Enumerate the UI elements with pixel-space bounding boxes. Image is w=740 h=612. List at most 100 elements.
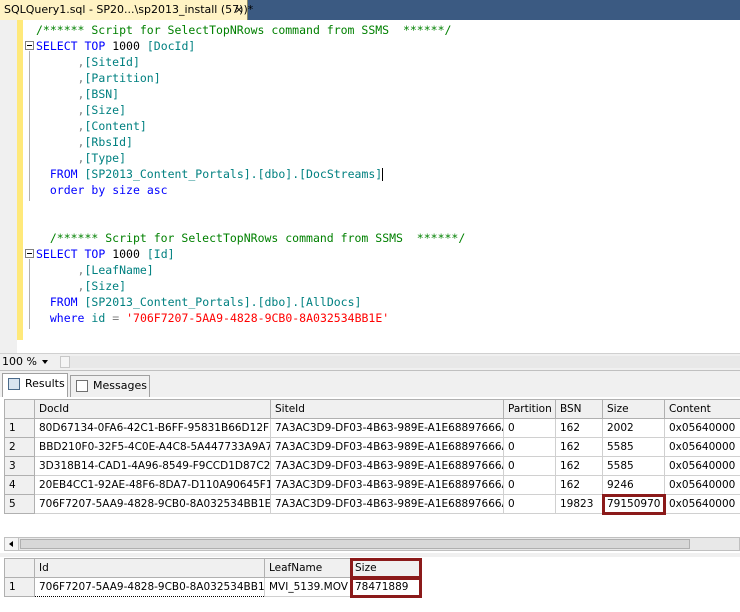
fold-line xyxy=(29,259,30,329)
change-tracking-bar xyxy=(17,20,23,340)
grid-cell[interactable]: MVI_5139.MOV xyxy=(264,577,351,597)
row-number[interactable]: 3 xyxy=(4,456,35,476)
grid-cell[interactable]: 80D67134-0FA6-42C1-B6FF-95831B66D12F xyxy=(34,418,271,438)
grid-cell[interactable]: 0 xyxy=(503,494,556,514)
tab-messages[interactable]: Messages xyxy=(70,375,150,397)
table-row[interactable]: 4 20EB4CC1-92AE-48F6-8DA7-D110A90645F1 7… xyxy=(4,475,740,495)
code-line: /****** Script for SelectTopNRows comman… xyxy=(36,23,452,37)
grid-cell[interactable]: BBD210F0-32F5-4C0E-A4C8-5A447733A9A7 xyxy=(34,437,271,457)
code-line: FROM [SP2013_Content_Portals].[dbo].[All… xyxy=(49,295,362,309)
tab-messages-label: Messages xyxy=(93,379,147,392)
column-header[interactable]: Size xyxy=(602,399,665,419)
code-line: ,[Type] xyxy=(77,151,127,165)
grid-cell[interactable]: 2002 xyxy=(602,418,665,438)
grid-cell[interactable]: 20EB4CC1-92AE-48F6-8DA7-D110A90645F1 xyxy=(34,475,271,495)
grid-cell[interactable]: 0 xyxy=(503,418,556,438)
grid-horizontal-scrollbar[interactable] xyxy=(4,537,740,551)
scroll-left-button[interactable] xyxy=(60,356,70,368)
grid-cell[interactable]: 0x05640000 xyxy=(664,418,740,438)
grid-header-row: Id LeafName Size xyxy=(4,557,422,579)
code-line: ,[RbsId] xyxy=(77,135,133,149)
highlighted-size-cell[interactable]: 78471889 xyxy=(349,576,422,598)
table-row[interactable]: 1 706F7207-5AA9-4828-9CB0-8A032534BB1E M… xyxy=(4,576,422,598)
grid-cell[interactable]: 162 xyxy=(555,475,603,495)
column-header[interactable]: BSN xyxy=(555,399,603,419)
text-caret xyxy=(382,168,384,181)
grid-cell[interactable]: 7A3AC3D9-DF03-4B63-989E-A1E68897666A xyxy=(270,475,504,495)
close-tab-icon[interactable]: × xyxy=(232,0,246,20)
column-header[interactable]: Id xyxy=(34,558,265,578)
editor-status-bar: 100 % xyxy=(0,353,740,371)
code-line: FROM [SP2013_Content_Portals].[dbo].[Doc… xyxy=(49,167,384,181)
grid-cell[interactable]: 0x05640000 xyxy=(664,475,740,495)
collapse-icon[interactable] xyxy=(25,41,34,50)
grid-cell[interactable]: 0 xyxy=(503,437,556,457)
editor-margin xyxy=(0,20,17,353)
column-header[interactable]: DocId xyxy=(34,399,271,419)
editor-horizontal-scrollbar[interactable] xyxy=(60,356,740,368)
column-header[interactable]: LeafName xyxy=(264,558,351,578)
code-line: ,[SiteId] xyxy=(77,55,140,69)
grid-cell[interactable]: 162 xyxy=(555,418,603,438)
highlighted-size-header[interactable]: Size xyxy=(349,557,422,579)
highlighted-size-cell[interactable]: 79150970 xyxy=(601,493,666,515)
grid-cell[interactable]: 0x05640000 xyxy=(664,494,740,514)
grid-cell[interactable]: 7A3AC3D9-DF03-4B63-989E-A1E68897666A xyxy=(270,456,504,476)
table-row[interactable]: 1 80D67134-0FA6-42C1-B6FF-95831B66D12F 7… xyxy=(4,418,740,438)
grid-cell[interactable]: 706F7207-5AA9-4828-9CB0-8A032534BB1E xyxy=(34,494,271,514)
code-line: where id = '706F7207-5AA9-4828-9CB0-8A03… xyxy=(49,311,390,325)
grid-cell[interactable]: 0x05640000 xyxy=(664,456,740,476)
grid-cell[interactable]: 19823 xyxy=(555,494,603,514)
grid-cell[interactable]: 5585 xyxy=(602,456,665,476)
results-grid-alldocs[interactable]: Id LeafName Size 1 706F7207-5AA9-4828-9C… xyxy=(4,557,422,598)
results-grid-docstreams[interactable]: DocId SiteId Partition BSN Size Content … xyxy=(4,399,740,515)
grid-icon xyxy=(8,378,20,390)
row-number[interactable]: 4 xyxy=(4,475,35,495)
grid-cell[interactable]: 0 xyxy=(503,456,556,476)
column-header[interactable]: SiteId xyxy=(270,399,504,419)
grid-cell[interactable]: 5585 xyxy=(602,437,665,457)
code-line: SELECT TOP 1000 [DocId] xyxy=(36,39,196,53)
column-header[interactable]: Partition xyxy=(503,399,556,419)
grid-cell[interactable]: 9246 xyxy=(602,475,665,495)
table-row[interactable]: 5 706F7207-5AA9-4828-9CB0-8A032534BB1E 7… xyxy=(4,493,740,515)
code-line: order by size asc xyxy=(49,183,168,197)
code-line: ,[Partition] xyxy=(77,71,161,85)
table-row[interactable]: 2 BBD210F0-32F5-4C0E-A4C8-5A447733A9A7 7… xyxy=(4,437,740,457)
grid-corner[interactable] xyxy=(4,399,35,419)
grid-cell[interactable]: 3D318B14-CAD1-4A96-8549-F9CCD1D87C23 xyxy=(34,456,271,476)
scroll-left-arrow-icon[interactable] xyxy=(5,538,19,550)
grid-cell[interactable]: 162 xyxy=(555,437,603,457)
grid-cell[interactable]: 706F7207-5AA9-4828-9CB0-8A032534BB1E xyxy=(34,577,265,597)
row-number[interactable]: 2 xyxy=(4,437,35,457)
grid-cell[interactable]: 7A3AC3D9-DF03-4B63-989E-A1E68897666A xyxy=(270,437,504,457)
table-row[interactable]: 3 3D318B14-CAD1-4A96-8549-F9CCD1D87C23 7… xyxy=(4,456,740,476)
tab-results-label: Results xyxy=(25,377,65,390)
results-splitter[interactable] xyxy=(0,553,740,557)
code-line: ,[Content] xyxy=(77,119,147,133)
row-number[interactable]: 1 xyxy=(4,418,35,438)
grid-cell[interactable]: 7A3AC3D9-DF03-4B63-989E-A1E68897666A xyxy=(270,418,504,438)
zoom-select[interactable]: 100 % xyxy=(2,355,52,369)
scrollbar-thumb[interactable] xyxy=(20,539,690,549)
query-tab[interactable]: SQLQuery1.sql - SP20...\sp2013_install (… xyxy=(0,0,253,20)
row-number[interactable]: 5 xyxy=(4,494,35,514)
collapse-icon[interactable] xyxy=(25,249,34,258)
column-header[interactable]: Content xyxy=(664,399,740,419)
results-tab-strip: Results Messages xyxy=(0,371,740,397)
grid-cell[interactable]: 0x05640000 xyxy=(664,437,740,457)
grid-cell[interactable]: 162 xyxy=(555,456,603,476)
document-tab-bar: SQLQuery1.sql - SP20...\sp2013_install (… xyxy=(0,0,740,20)
grid-cell[interactable]: 7A3AC3D9-DF03-4B63-989E-A1E68897666A xyxy=(270,494,504,514)
grid-cell[interactable]: 0 xyxy=(503,475,556,495)
code-line: /****** Script for SelectTopNRows comman… xyxy=(49,231,466,245)
row-number[interactable]: 1 xyxy=(4,577,35,597)
query-tab-title: SQLQuery1.sql - SP20...\sp2013_install (… xyxy=(4,3,254,16)
code-line: SELECT TOP 1000 [Id] xyxy=(36,247,175,261)
code-line: ,[BSN] xyxy=(77,87,120,101)
grid-corner[interactable] xyxy=(4,558,35,578)
code-line: ,[Size] xyxy=(77,103,127,117)
messages-icon xyxy=(76,380,88,392)
results-pane: DocId SiteId Partition BSN Size Content … xyxy=(0,397,740,612)
tab-results[interactable]: Results xyxy=(2,373,68,397)
